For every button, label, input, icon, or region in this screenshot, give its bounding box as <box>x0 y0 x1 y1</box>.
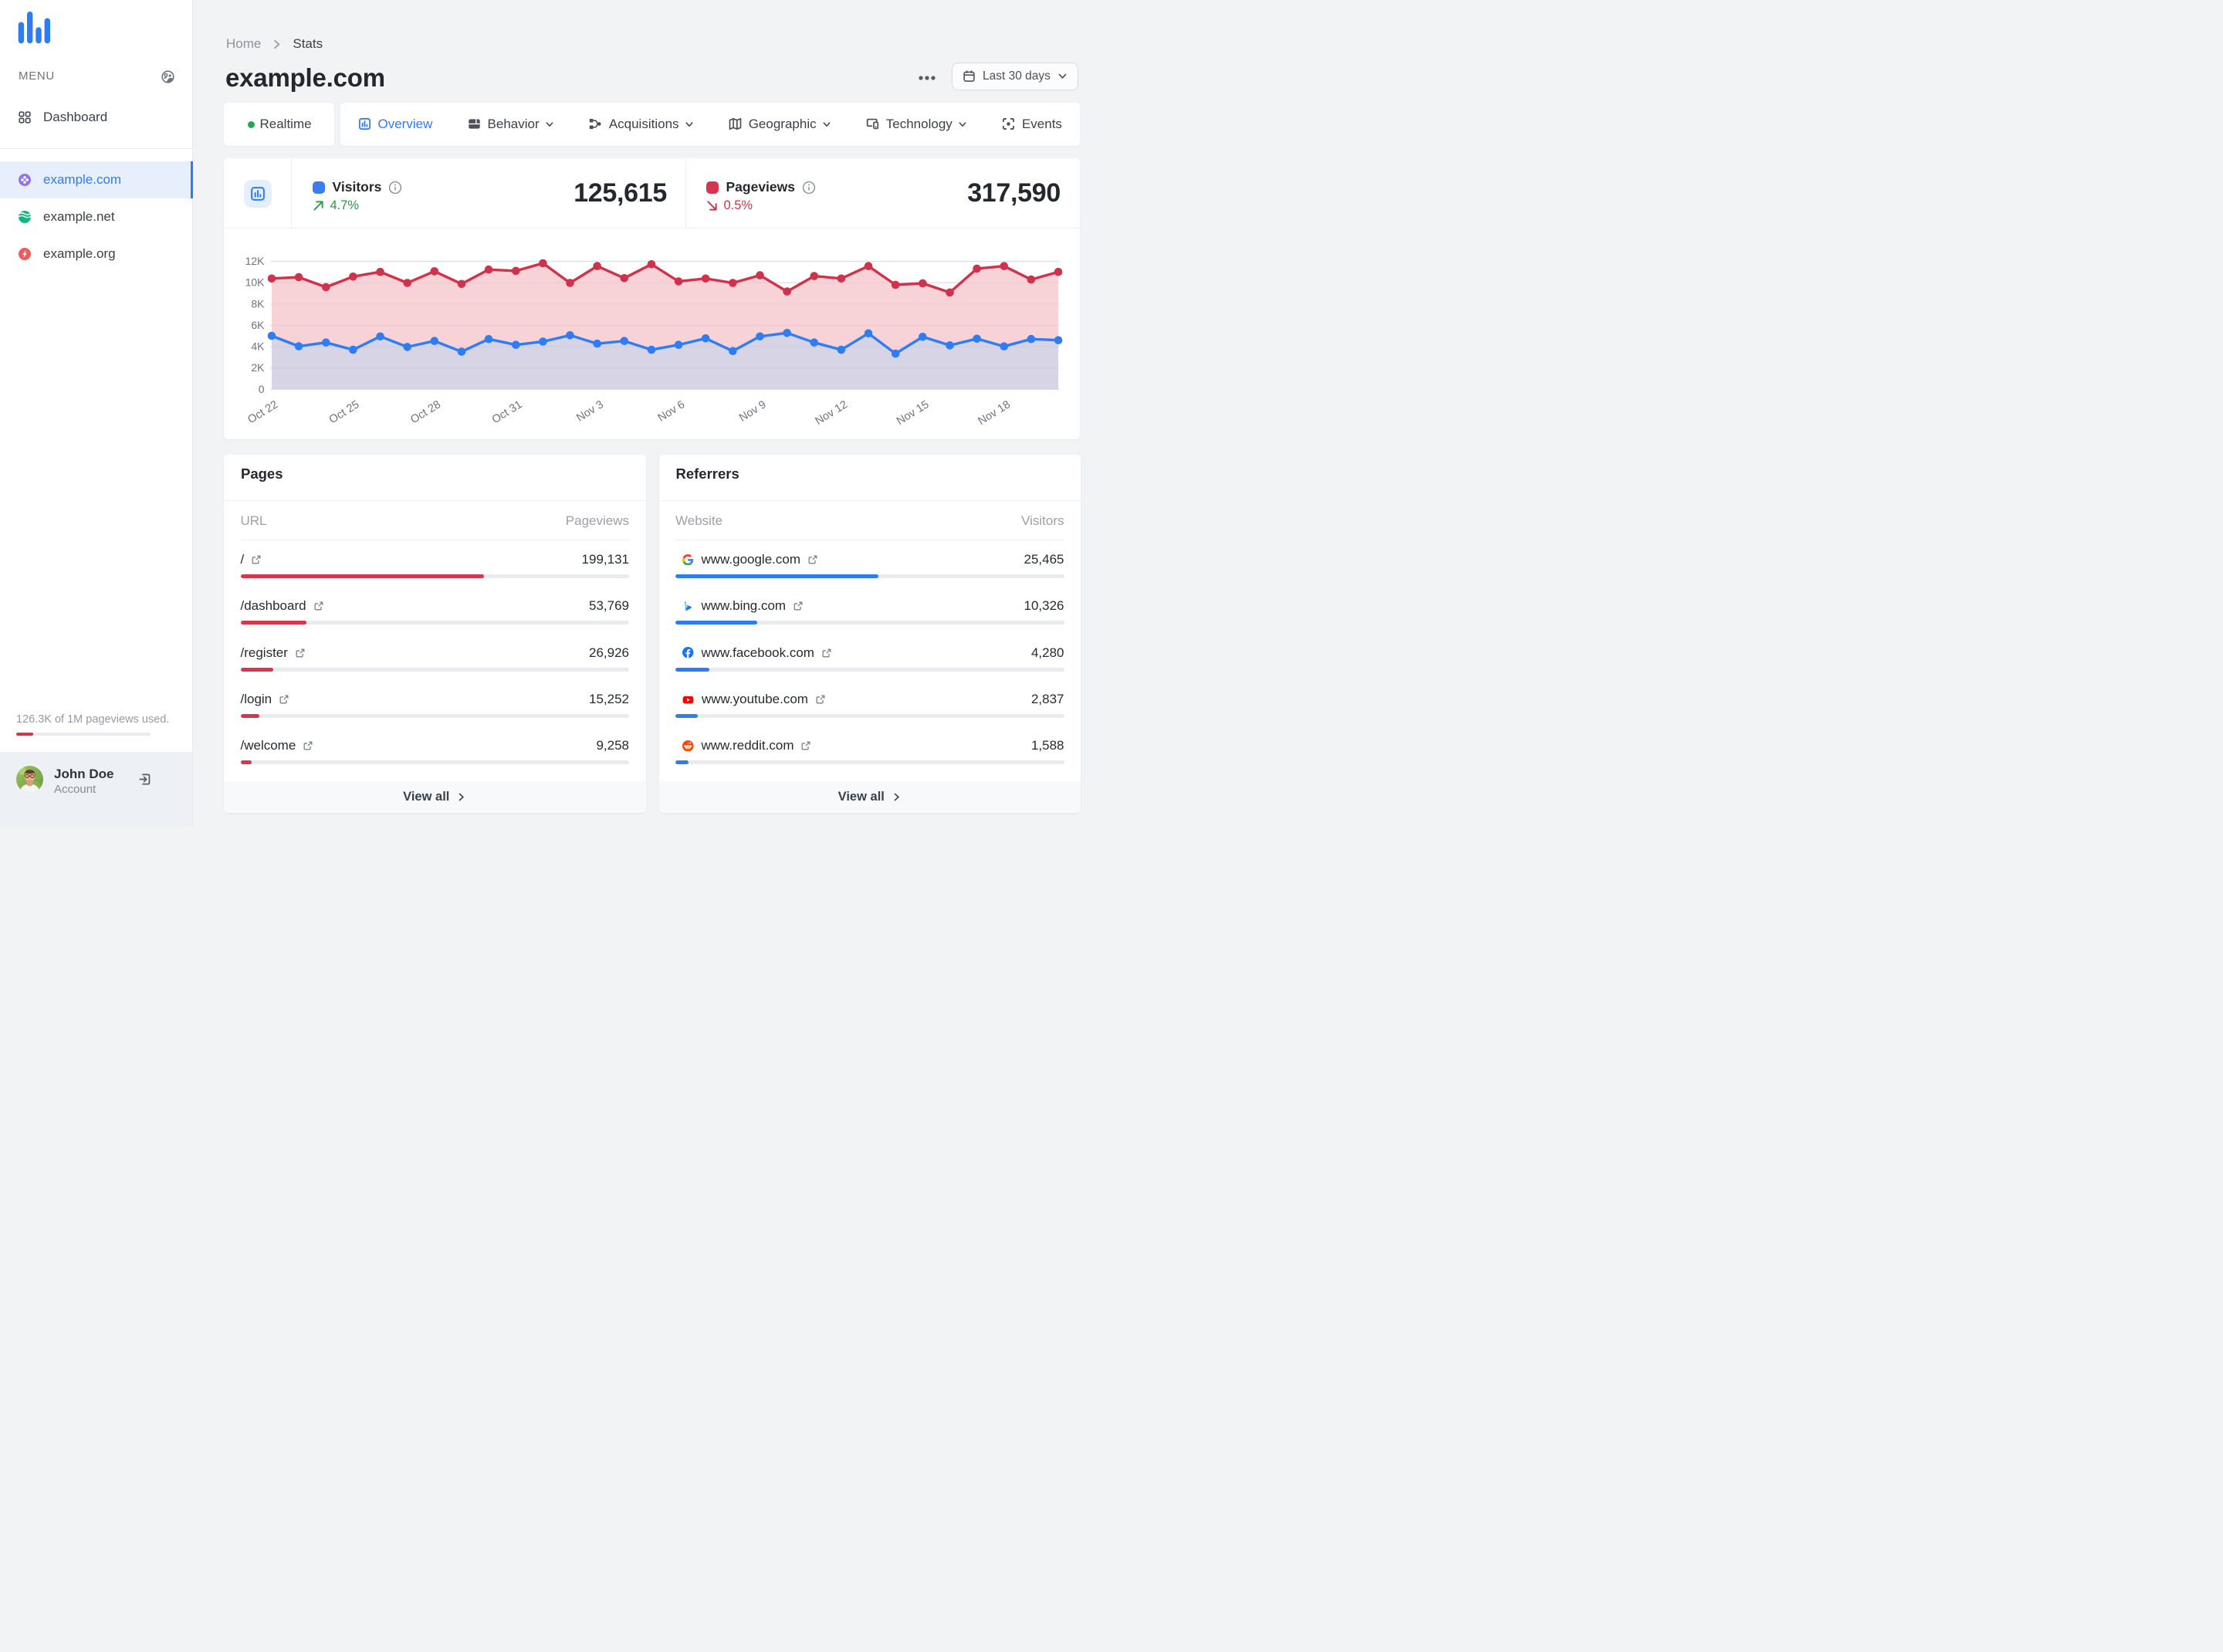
svg-text:Nov 18: Nov 18 <box>976 398 1012 428</box>
svg-text:Oct 22: Oct 22 <box>245 398 280 426</box>
svg-text:4K: 4K <box>251 340 265 353</box>
svg-text:Nov 6: Nov 6 <box>656 398 688 425</box>
svg-text:12K: 12K <box>245 255 266 267</box>
svg-text:2K: 2K <box>251 361 265 374</box>
svg-text:Nov 15: Nov 15 <box>895 398 931 428</box>
svg-text:Nov 3: Nov 3 <box>574 398 606 425</box>
svg-text:Oct 25: Oct 25 <box>327 398 362 426</box>
svg-text:Nov 12: Nov 12 <box>814 398 850 428</box>
svg-text:0: 0 <box>259 383 265 395</box>
svg-text:Oct 28: Oct 28 <box>408 398 443 426</box>
svg-text:8K: 8K <box>251 297 265 310</box>
svg-text:6K: 6K <box>251 319 265 331</box>
svg-text:10K: 10K <box>245 276 266 289</box>
svg-text:Oct 31: Oct 31 <box>490 398 525 426</box>
svg-text:Nov 9: Nov 9 <box>737 398 769 425</box>
